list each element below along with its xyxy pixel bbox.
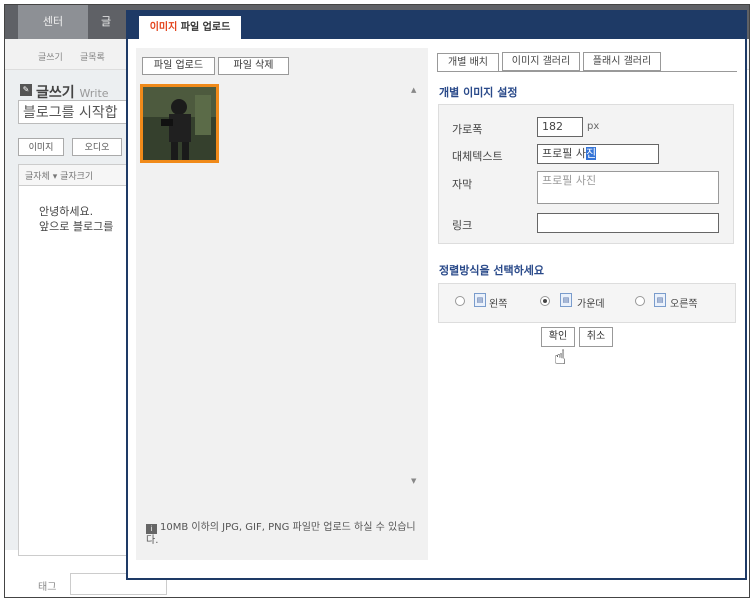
align-right-label[interactable]: 오른쪽 <box>670 295 698 310</box>
align-left-label[interactable]: 왼쪽 <box>489 295 507 310</box>
width-input[interactable]: 182 <box>537 117 583 137</box>
align-center-label[interactable]: 가운데 <box>577 295 605 310</box>
width-unit: px <box>587 121 600 132</box>
cancel-button[interactable]: 취소 <box>579 327 613 347</box>
photo-image <box>143 87 216 160</box>
width-label: 가로폭 <box>452 123 483 136</box>
align-right-radio[interactable] <box>635 296 645 306</box>
align-center-radio[interactable] <box>540 296 550 306</box>
caption-label: 자막 <box>452 178 473 191</box>
tag-label: 태그 <box>38 582 57 593</box>
hand-cursor-icon: ☝ <box>554 345 567 369</box>
tab-flash-gallery[interactable]: 플래시 갤러리 <box>583 52 661 71</box>
alt-text-label: 대체텍스트 <box>452 150 503 163</box>
link-input[interactable] <box>537 213 719 233</box>
caption-textarea[interactable]: 프로필 사진 <box>537 171 719 204</box>
body-line: 안녕하세요. <box>39 205 94 218</box>
scroll-down-icon[interactable]: ▼ <box>411 477 416 485</box>
link-label: 링크 <box>452 219 473 232</box>
tab-image-upload[interactable]: 이미지 파일 업로드 <box>139 16 241 40</box>
tab-image-gallery[interactable]: 이미지 갤러리 <box>502 52 580 71</box>
subnav-write[interactable]: 글쓰기 <box>38 50 63 63</box>
upload-notice: 10MB 이하의 JPG, GIF, PNG 파일만 업로드 하실 수 있습니다… <box>146 522 416 546</box>
image-thumbnail[interactable] <box>140 84 219 163</box>
font-toolbar[interactable]: 글자체 ▾ 글자크기 <box>18 164 138 186</box>
upload-file-button[interactable]: 파일 업로드 <box>142 57 215 75</box>
scroll-up-icon[interactable]: ▲ <box>411 86 416 94</box>
tab-individual-placement[interactable]: 개별 배치 <box>437 53 499 72</box>
subnav-list[interactable]: 글목록 <box>80 50 105 63</box>
audio-button[interactable]: 오디오 <box>72 138 122 156</box>
confirm-button[interactable]: 확인 <box>541 327 575 347</box>
align-center-icon: ▤ <box>560 293 572 307</box>
write-heading: 글쓰기 Write <box>36 85 109 101</box>
settings-title: 개별 이미지 설정 <box>439 86 518 99</box>
editor-body[interactable]: 안녕하세요. 앞으로 블로그를 <box>18 186 138 556</box>
nav-tab-center[interactable]: 센터 <box>18 5 88 39</box>
write-icon: ✎ <box>20 84 32 96</box>
post-title-input[interactable]: 블로그를 시작합 <box>18 100 138 124</box>
body-line: 앞으로 블로그를 <box>39 220 114 233</box>
align-left-icon: ▤ <box>474 293 486 307</box>
nav-tab-write[interactable]: 글 <box>88 5 124 39</box>
align-title: 정렬방식을 선택하세요 <box>439 264 545 277</box>
alt-text-input[interactable]: 프로필 사진 <box>537 144 659 164</box>
tab-divider <box>437 71 737 72</box>
delete-file-button[interactable]: 파일 삭제 <box>218 57 289 75</box>
align-left-radio[interactable] <box>455 296 465 306</box>
align-right-icon: ▤ <box>654 293 666 307</box>
image-button[interactable]: 이미지 <box>18 138 64 156</box>
